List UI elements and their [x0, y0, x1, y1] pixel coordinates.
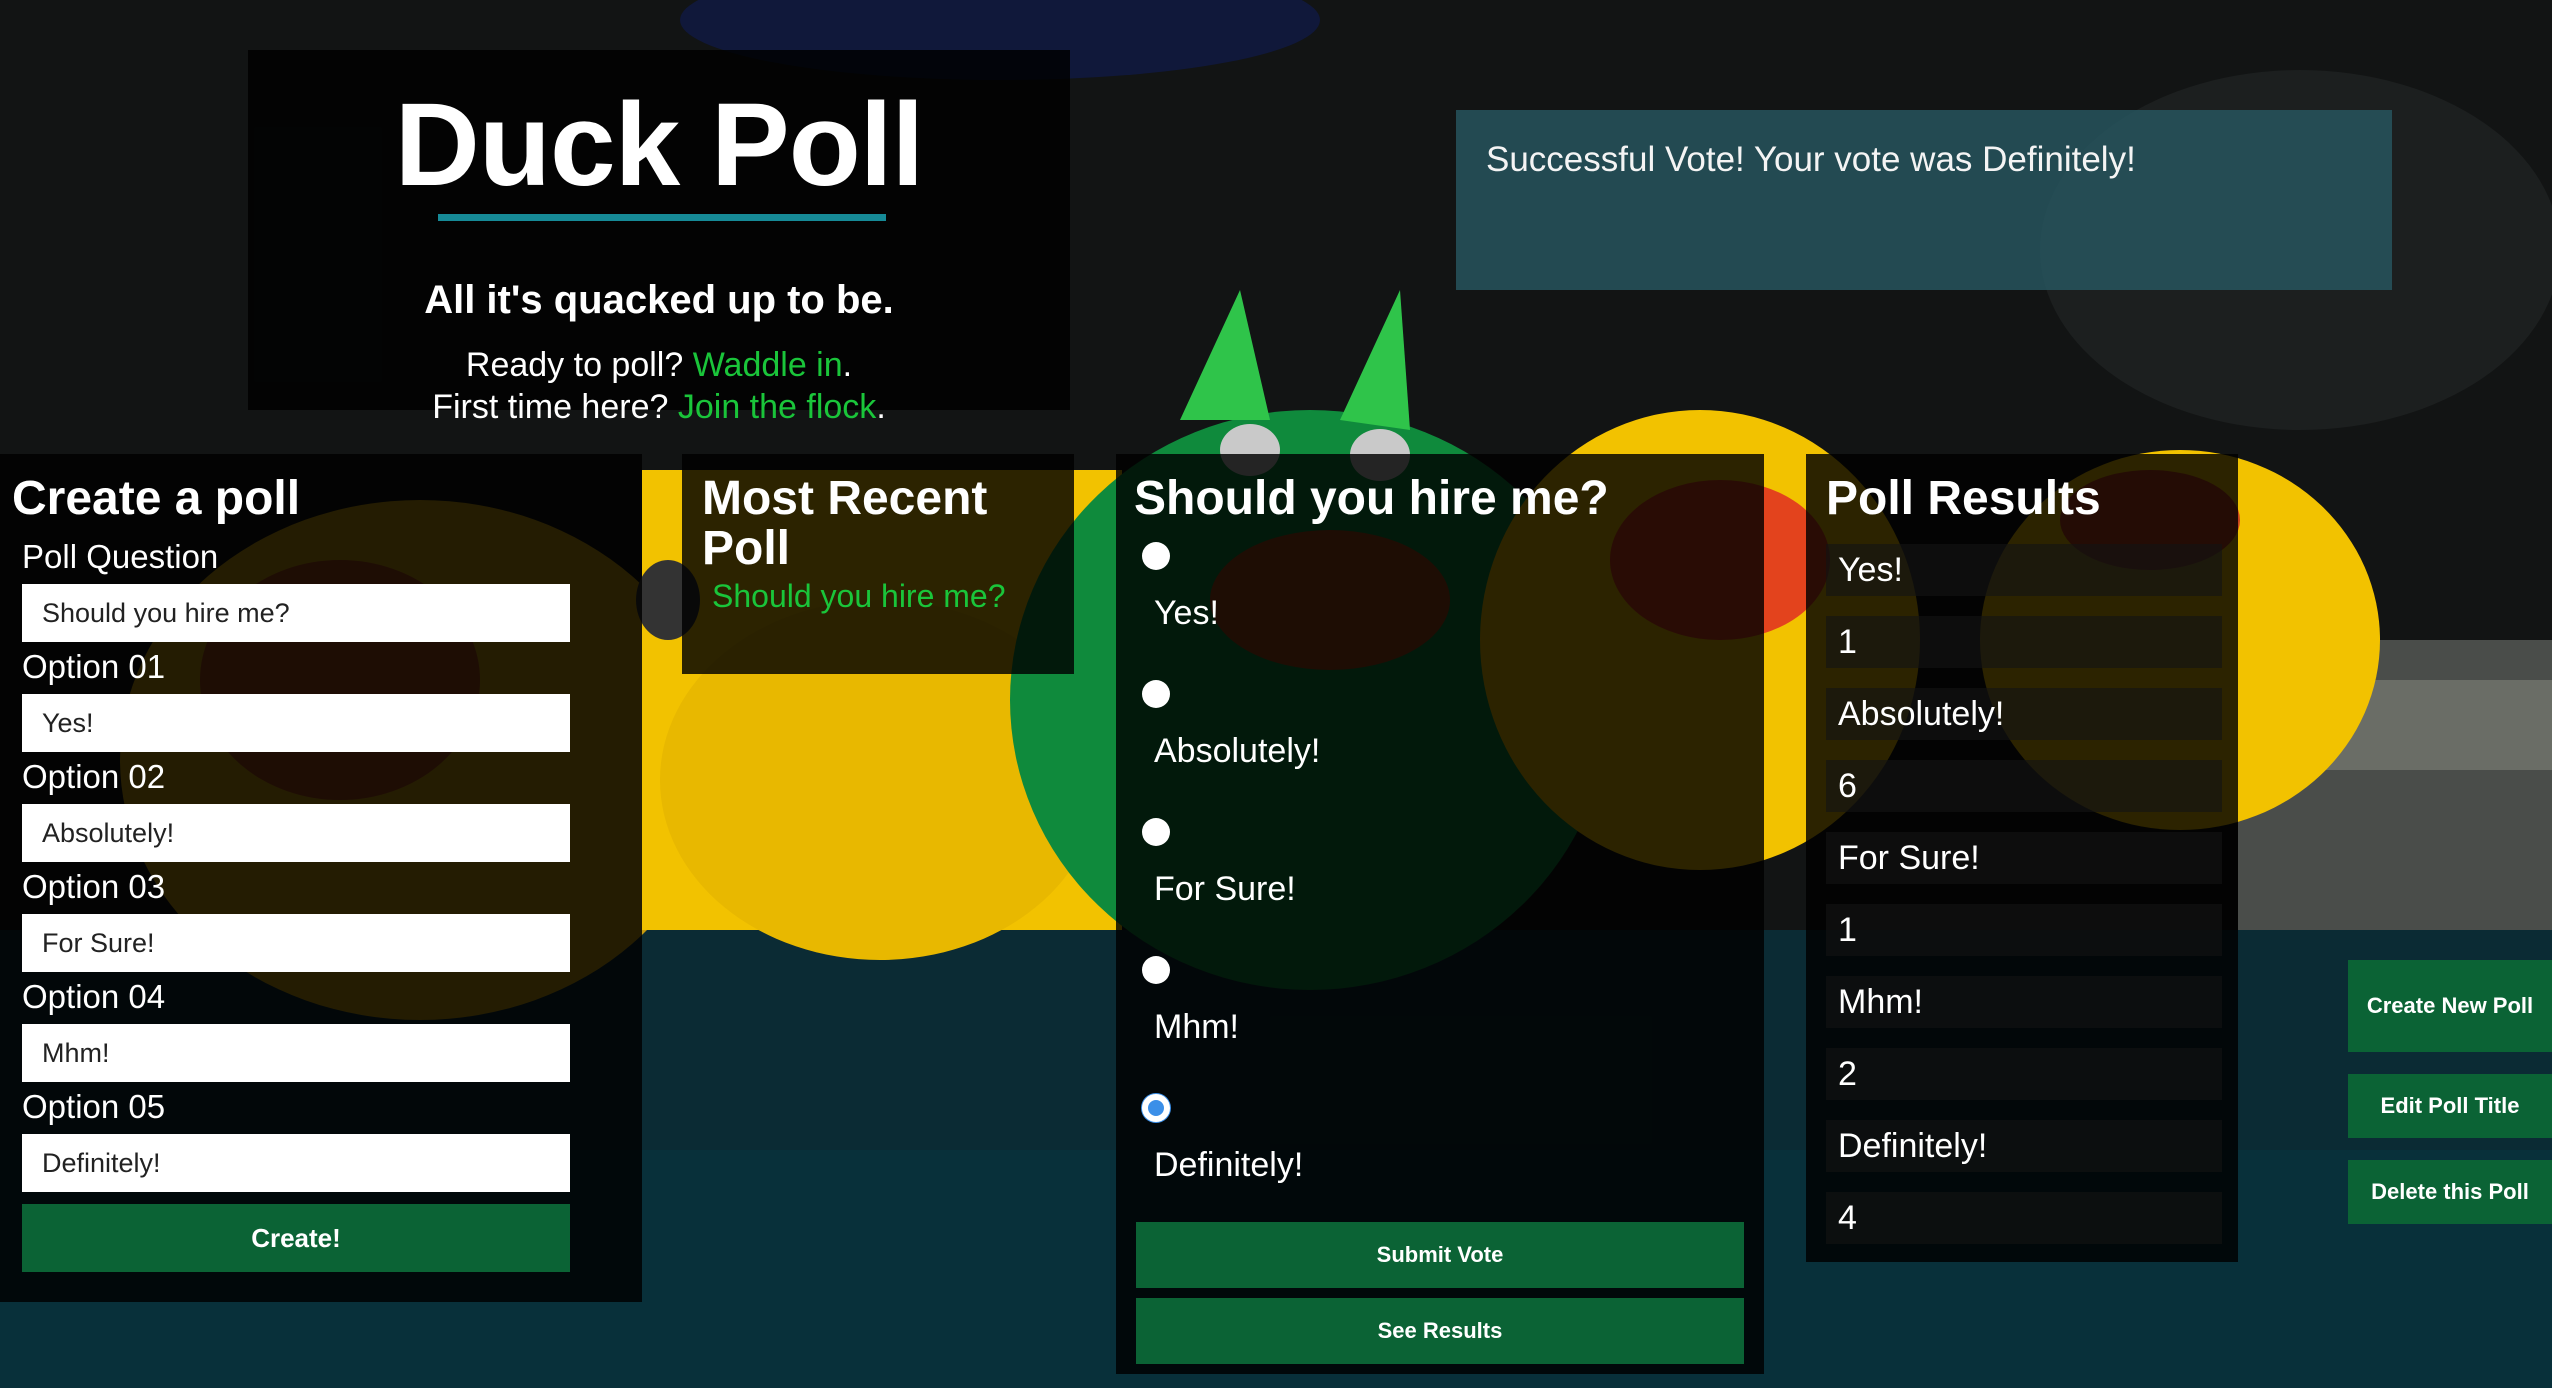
recent-poll-title: Most Recent Poll	[702, 472, 988, 575]
option-5-label: Option 05	[22, 1088, 166, 1125]
delete-poll-button[interactable]: Delete this Poll	[2348, 1160, 2552, 1224]
see-results-button[interactable]: See Results	[1136, 1298, 1744, 1364]
result-option-3: For Sure!	[1826, 832, 2222, 884]
result-count-4: 2	[1826, 1048, 2222, 1100]
result-count-5: 4	[1826, 1192, 2222, 1244]
signup-link[interactable]: Join the flock	[678, 388, 876, 426]
create-new-poll-button[interactable]: Create New Poll	[2348, 960, 2552, 1052]
site-title: Duck Poll	[394, 79, 925, 211]
vote-success-alert: Successful Vote! Your vote was Definitel…	[1456, 110, 2392, 290]
result-count-1: 1	[1826, 616, 2222, 668]
vote-radio-2[interactable]	[1142, 680, 1170, 708]
vote-choice-4-label: Mhm!	[1154, 1008, 1239, 1046]
vote-radio-3[interactable]	[1142, 818, 1170, 846]
option-1-input[interactable]	[22, 694, 570, 752]
result-count-3: 1	[1826, 904, 2222, 956]
poll-results-panel: Poll Results Yes! 1 Absolutely! 6 For Su…	[1806, 454, 2238, 1262]
option-4-label: Option 04	[22, 978, 166, 1015]
vote-radio-5-selected[interactable]	[1142, 1094, 1170, 1122]
option-4-input[interactable]	[22, 1024, 570, 1082]
submit-vote-button[interactable]: Submit Vote	[1136, 1222, 1744, 1288]
result-option-2: Absolutely!	[1826, 688, 2222, 740]
recent-poll-link[interactable]: Should you hire me?	[712, 578, 1006, 615]
result-option-4: Mhm!	[1826, 976, 2222, 1028]
option-2-input[interactable]	[22, 804, 570, 862]
signup-prompt-period: .	[876, 388, 886, 426]
title-underline	[438, 214, 886, 221]
edit-poll-title-button[interactable]: Edit Poll Title	[2348, 1074, 2552, 1138]
create-poll-button[interactable]: Create!	[22, 1204, 570, 1272]
login-prompt-text: Ready to poll?	[465, 346, 684, 384]
vote-choice-2-label: Absolutely!	[1154, 732, 1321, 770]
login-prompt: Ready to poll? Waddle in.	[248, 346, 1070, 385]
poll-question-label: Poll Question	[22, 538, 219, 575]
poll-question-input[interactable]	[22, 584, 570, 642]
vote-radio-1[interactable]	[1142, 542, 1170, 570]
login-prompt-period: .	[842, 346, 853, 384]
signup-prompt-text: First time here?	[432, 388, 669, 426]
vote-question-title: Should you hire me?	[1134, 472, 1609, 525]
vote-panel: Should you hire me? Yes! Absolutely! For…	[1116, 454, 1764, 1374]
vote-radio-4[interactable]	[1142, 956, 1170, 984]
poll-results-title: Poll Results	[1826, 472, 2101, 525]
vote-choice-3-label: For Sure!	[1154, 870, 1296, 908]
result-option-1: Yes!	[1826, 544, 2222, 596]
vote-choice-5-label: Definitely!	[1154, 1146, 1304, 1184]
option-5-input[interactable]	[22, 1134, 570, 1192]
signup-prompt: First time here? Join the flock.	[248, 388, 1070, 427]
create-poll-title: Create a poll	[12, 472, 301, 525]
site-tagline: All it's quacked up to be.	[424, 278, 894, 322]
option-3-input[interactable]	[22, 914, 570, 972]
option-3-label: Option 03	[22, 868, 166, 905]
create-poll-panel: Create a poll Poll Question Option 01 Op…	[0, 454, 642, 1302]
result-option-5: Definitely!	[1826, 1120, 2222, 1172]
result-count-2: 6	[1826, 760, 2222, 812]
option-1-label: Option 01	[22, 648, 166, 685]
option-2-label: Option 02	[22, 758, 166, 795]
recent-poll-panel: Most Recent Poll Should you hire me?	[682, 454, 1074, 674]
login-link[interactable]: Waddle in	[693, 346, 843, 384]
header-panel: Duck Poll All it's quacked up to be. Rea…	[248, 50, 1070, 426]
vote-choice-1-label: Yes!	[1154, 594, 1219, 632]
vote-success-message: Successful Vote! Your vote was Definitel…	[1486, 140, 2136, 179]
